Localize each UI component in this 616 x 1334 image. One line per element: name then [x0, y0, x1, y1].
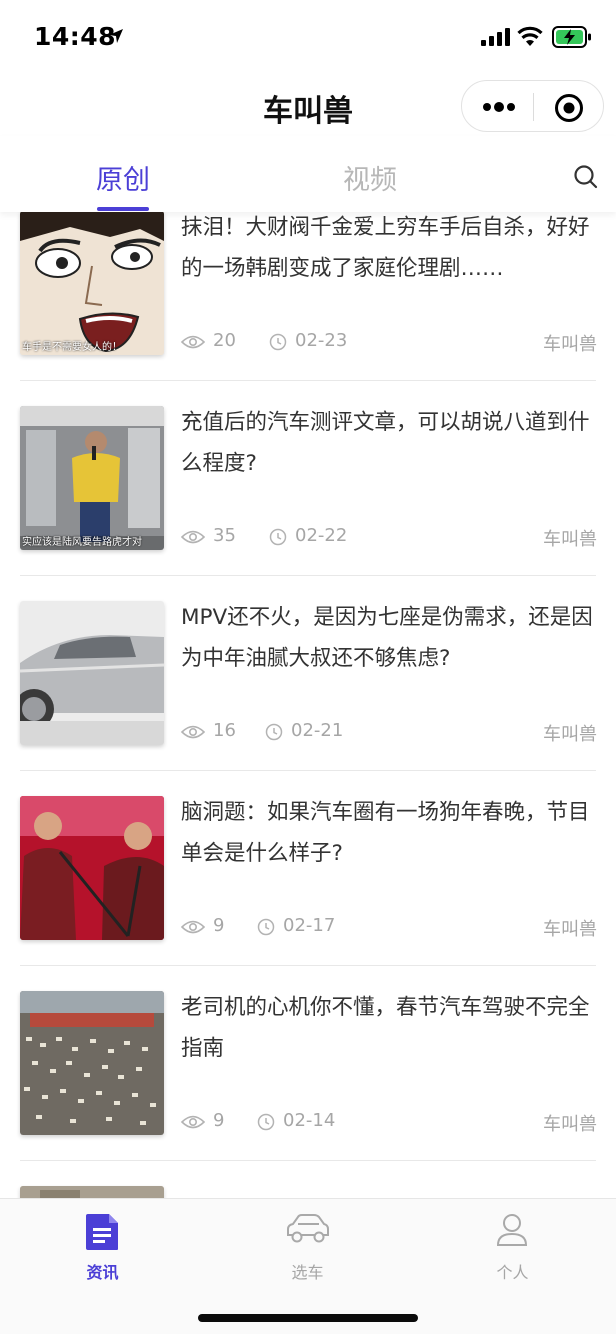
author-name: 车叫兽	[543, 529, 597, 550]
article-meta: 35 02-22 车叫兽	[181, 524, 597, 550]
article-title: 抹泪！大财阀千金爱上穷车手后自杀，好好的一场韩剧变成了家庭伦理剧……	[181, 215, 590, 281]
tabbar-item-car[interactable]: 选车	[205, 1199, 410, 1299]
view-count: 20	[213, 330, 236, 351]
article-row[interactable]: 实应该是陆风要告路虎才对 充值后的汽车测评文章，可以胡说八道到什么程度? 35 …	[20, 381, 597, 576]
article-thumbnail	[20, 601, 164, 745]
article-row[interactable]: MPV还不火，是因为七座是伪需求，还是因为中年油腻大叔还不够焦虑? 16 02-…	[20, 576, 597, 771]
thumbnail-caption: 实应该是陆风要告路虎才对	[22, 537, 142, 548]
article-thumbnail	[20, 991, 164, 1135]
author-name: 车叫兽	[543, 919, 597, 940]
view-count: 16	[213, 720, 236, 741]
person-icon	[496, 1214, 528, 1246]
tabbar-label-profile: 个人	[496, 1263, 529, 1282]
status-bar: 14:48	[0, 0, 616, 76]
clock-icon	[269, 528, 287, 546]
tabbar-label-news: 资讯	[86, 1263, 119, 1282]
tab-video[interactable]: 视频	[343, 158, 397, 197]
tabbar-label-car: 选车	[291, 1263, 324, 1282]
article-list: 车手是不需要女人的！ 抹泪！大财阀千金爱上穷车手后自杀，好好的一场韩剧变成了家庭…	[0, 212, 616, 1200]
home-indicator	[198, 1314, 418, 1322]
clock-icon	[257, 918, 275, 936]
wifi-icon	[517, 26, 543, 46]
clock-icon	[257, 1113, 275, 1131]
battery-charging-icon	[552, 26, 591, 48]
comic-face-image	[20, 212, 164, 355]
clock-icon	[269, 333, 287, 351]
view-count: 9	[213, 1110, 225, 1131]
car-icon	[287, 1214, 329, 1243]
publish-date: 02-14	[283, 1110, 336, 1131]
content-tabs: 原创 视频	[0, 136, 616, 212]
article-thumbnail: 实应该是陆风要告路虎才对	[20, 406, 164, 550]
article-row[interactable]: 车手是不需要女人的！ 抹泪！大财阀千金爱上穷车手后自杀，好好的一场韩剧变成了家庭…	[20, 212, 597, 381]
eye-icon	[181, 335, 205, 349]
eye-icon	[181, 725, 205, 739]
clock-icon	[265, 723, 283, 741]
navigation-bar: 车叫兽	[0, 76, 616, 136]
publish-date: 02-23	[295, 330, 348, 351]
eye-icon	[181, 1115, 205, 1129]
silver-car-image	[20, 601, 164, 745]
publish-date: 02-21	[291, 720, 344, 741]
article-title: 老司机的心机你不懂，春节汽车驾驶不完全指南	[181, 995, 590, 1061]
article-thumbnail: 车手是不需要女人的！	[20, 212, 164, 355]
comedians-photo-image	[20, 796, 164, 940]
speaker-photo-image	[20, 406, 164, 550]
article-title: 充值后的汽车测评文章，可以胡说八道到什么程度?	[181, 410, 590, 476]
tabbar-item-profile[interactable]: 个人	[410, 1199, 615, 1299]
author-name: 车叫兽	[543, 724, 597, 745]
author-name: 车叫兽	[543, 334, 597, 355]
miniprogram-capsule	[461, 80, 604, 132]
publish-date: 02-22	[295, 525, 348, 546]
thumbnail-caption: 车手是不需要女人的！	[22, 342, 122, 353]
status-time: 14:48	[34, 22, 117, 51]
capsule-divider	[533, 93, 534, 121]
active-tab-indicator	[97, 207, 149, 211]
document-icon	[86, 1214, 118, 1250]
article-row[interactable]: 脑洞题：如果汽车圈有一场狗年春晚，节目单会是什么样子? 9 02-17 车叫兽	[20, 771, 597, 966]
publish-date: 02-17	[283, 915, 336, 936]
article-title: MPV还不火，是因为七座是伪需求，还是因为中年油腻大叔还不够焦虑?	[181, 605, 593, 671]
location-arrow-icon	[109, 29, 123, 43]
view-count: 35	[213, 525, 236, 546]
tab-original[interactable]: 原创	[96, 158, 150, 197]
cellular-signal-icon	[481, 28, 510, 46]
close-target-icon[interactable]	[554, 93, 584, 123]
article-row-partial[interactable]	[20, 1161, 596, 1200]
search-icon[interactable]	[573, 164, 599, 190]
eye-icon	[181, 530, 205, 544]
article-row[interactable]: 老司机的心机你不懂，春节汽车驾驶不完全指南 9 02-14 车叫兽	[20, 966, 597, 1161]
eye-icon	[181, 920, 205, 934]
view-count: 9	[213, 915, 225, 936]
article-meta: 9 02-14 车叫兽	[181, 1109, 597, 1135]
author-name: 车叫兽	[543, 1114, 597, 1135]
more-icon[interactable]	[482, 99, 516, 115]
article-thumbnail	[20, 796, 164, 940]
tabbar-item-news[interactable]: 资讯	[0, 1199, 205, 1299]
traffic-jam-image	[20, 991, 164, 1135]
article-meta: 16 02-21 车叫兽	[181, 719, 597, 745]
article-meta: 9 02-17 车叫兽	[181, 914, 597, 940]
article-meta: 20 02-23 车叫兽	[181, 329, 597, 355]
article-title: 脑洞题：如果汽车圈有一场狗年春晚，节目单会是什么样子?	[181, 800, 590, 866]
